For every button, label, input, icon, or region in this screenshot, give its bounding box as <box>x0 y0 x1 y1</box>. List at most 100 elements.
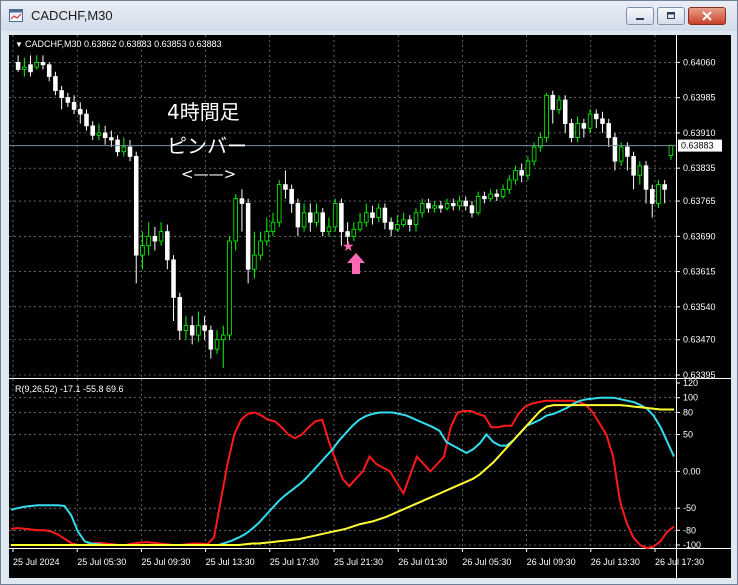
candle-body <box>550 94 556 110</box>
title-bar[interactable]: CADCHF,M30 <box>1 1 737 31</box>
chart-window: CADCHF,M30 0.64060 0.63985 0.63910 0.63835 0… <box>0 0 738 585</box>
candle-body <box>90 125 95 136</box>
candle-body <box>432 205 437 209</box>
candle-body <box>500 188 506 197</box>
candle-body <box>270 221 276 233</box>
candle-body <box>531 146 537 162</box>
candle-body <box>562 99 568 124</box>
candle-body <box>109 137 114 141</box>
candle-body <box>59 90 64 99</box>
indicator-line-fast <box>10 399 675 549</box>
time-tick-label: 25 Jul 09:30 <box>141 557 190 567</box>
star-marker: ★ <box>342 239 355 255</box>
candle-body <box>276 184 282 223</box>
candle-body <box>525 160 531 176</box>
candle-body <box>84 113 89 127</box>
indicator-tick-label: -50 <box>683 503 696 513</box>
candle-body <box>171 259 176 298</box>
candle-body <box>600 118 605 124</box>
candle-body <box>146 235 151 247</box>
indicator-tick-label: 50 <box>683 430 693 440</box>
candle-body <box>264 231 270 242</box>
minimize-button[interactable] <box>626 7 654 25</box>
annotation-pinbar: ピンバー <box>167 134 247 158</box>
candle-body <box>618 146 624 162</box>
current-price-label: 0.63883 <box>681 141 714 151</box>
candle-body <box>289 188 294 204</box>
chart-area[interactable]: 0.64060 0.63985 0.63910 0.63835 0.63765 0.636… <box>9 35 731 578</box>
chart-canvas[interactable]: 0.64060 0.63985 0.63910 0.63835 0.63765 0.636… <box>9 35 731 578</box>
candle-body <box>71 101 77 110</box>
candle-body <box>382 207 388 223</box>
candle-body <box>451 203 456 207</box>
candle-body <box>202 325 207 331</box>
candle-body <box>469 205 475 214</box>
candle-body <box>506 179 512 190</box>
close-icon <box>702 11 712 21</box>
price-tick-label: 0.63985 <box>683 93 716 103</box>
price-pane-header: CADCHF,M30 0.63862 0.63883 0.63853 0.638… <box>25 39 222 49</box>
time-tick-label: 26 Jul 17:30 <box>655 557 704 567</box>
minimize-icon <box>636 18 644 20</box>
candle-body <box>221 334 226 341</box>
candle-body <box>239 198 245 204</box>
candle-body <box>46 64 52 77</box>
candle-body <box>637 165 643 176</box>
candle-body <box>22 66 27 70</box>
restore-icon <box>667 12 675 19</box>
candle-body <box>252 254 257 270</box>
candle-body <box>140 245 145 256</box>
candle-body <box>102 132 108 139</box>
candle-body <box>463 200 468 207</box>
candle-body <box>444 203 450 209</box>
price-tick-label: 0.63765 <box>683 196 716 206</box>
price-tick-label: 0.63910 <box>683 128 716 138</box>
maximize-button[interactable] <box>657 7 685 25</box>
candle-body <box>78 109 83 115</box>
candle-body <box>96 132 102 136</box>
candle-body <box>631 156 636 176</box>
candle-body <box>357 221 363 230</box>
candle-body <box>395 224 400 230</box>
time-tick-label: 25 Jul 13:30 <box>206 557 255 567</box>
close-button[interactable] <box>688 7 726 25</box>
candle-body <box>401 219 406 225</box>
candle-body <box>413 212 419 225</box>
time-tick-label: 25 Jul 17:30 <box>270 557 319 567</box>
price-pane-arrow[interactable]: ▼ <box>15 40 23 49</box>
indicator-line-slow <box>11 404 674 546</box>
candle-body <box>419 203 425 214</box>
candle-body <box>556 99 562 110</box>
candle-body <box>196 325 201 336</box>
price-tick-label: 0.63470 <box>683 335 716 345</box>
candle-body <box>320 212 326 233</box>
candle-body <box>457 200 462 207</box>
candle-body <box>295 203 301 228</box>
candle-body <box>189 325 195 336</box>
candle-body <box>152 235 158 242</box>
candle-body <box>332 203 338 228</box>
candle-body <box>53 76 58 92</box>
candle-body <box>625 146 630 157</box>
candle-body <box>569 123 574 139</box>
candle-body <box>544 94 549 139</box>
candle-body <box>519 170 524 176</box>
price-tick-label: 0.63540 <box>683 302 716 312</box>
candle-body <box>581 123 587 129</box>
indicator-tick-label: 100 <box>683 393 698 403</box>
indicator-tick-label: 120 <box>683 378 698 388</box>
window-title: CADCHF,M30 <box>31 8 113 23</box>
indicator-series <box>10 396 675 549</box>
candle-body <box>668 145 674 156</box>
candle-body <box>643 165 649 190</box>
candle-body <box>121 146 127 153</box>
chart-app-icon <box>9 9 23 22</box>
candle-body <box>482 195 487 200</box>
candle-body <box>494 193 500 197</box>
up-arrow-marker <box>347 253 365 274</box>
candle-body <box>15 62 21 70</box>
price-tick-label: 0.64060 <box>683 57 716 67</box>
candle-body <box>345 231 350 237</box>
time-tick-label: 25 Jul 21:30 <box>334 557 383 567</box>
candle-body <box>65 97 71 103</box>
